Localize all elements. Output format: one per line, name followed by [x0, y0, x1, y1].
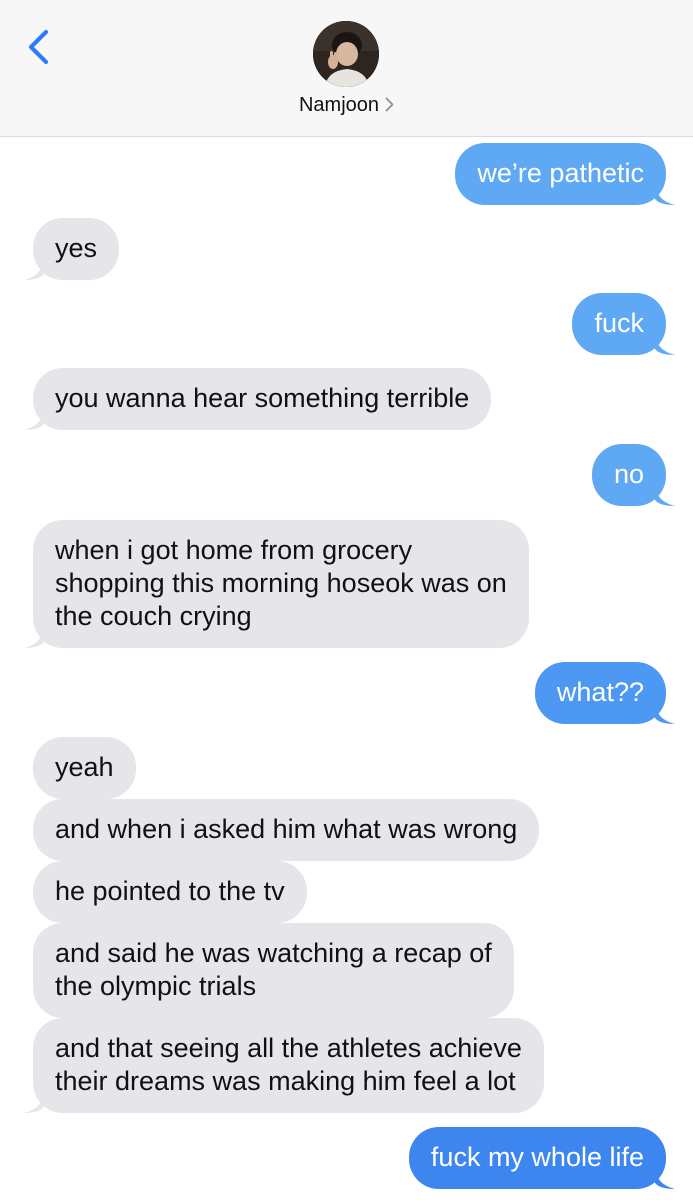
- message-text-line: the olympic trials: [55, 971, 257, 1001]
- received-message-bubble[interactable]: you wanna hear something terrible: [24, 368, 492, 430]
- received-message-bubble[interactable]: when i got home from grocery shopping th…: [24, 520, 529, 648]
- message-text-line: when i got home from grocery: [55, 535, 413, 565]
- message-text: what??: [556, 677, 644, 707]
- sent-message-bubble[interactable]: we’re pathetic: [455, 143, 675, 205]
- bubble-tail: [655, 185, 675, 205]
- sent-message-bubble[interactable]: fuck my whole life: [408, 1127, 675, 1189]
- message-text: we’re pathetic: [477, 158, 644, 188]
- message-text: fuck: [594, 308, 644, 338]
- message-text-line: and that seeing all the athletes achieve: [55, 1033, 522, 1063]
- received-message-bubble[interactable]: and said he was watching a recap of the …: [33, 923, 514, 1018]
- sent-message-bubble[interactable]: no: [591, 444, 675, 506]
- message-text: you wanna hear something terrible: [55, 383, 470, 413]
- avatar-photo: [313, 21, 379, 87]
- message-text: he pointed to the tv: [55, 876, 285, 906]
- message-text: fuck my whole life: [430, 1142, 644, 1172]
- bubble-tail: [655, 335, 675, 355]
- message-text-line: their dreams was making him feel a lot: [55, 1066, 516, 1096]
- contact-name: Namjoon: [298, 94, 380, 116]
- message-text: yes: [55, 233, 98, 263]
- bubble-tail: [655, 1169, 675, 1189]
- bubble-tail: [24, 1093, 44, 1113]
- chevron-left-icon: [28, 29, 49, 65]
- message-text: yeah: [55, 752, 114, 782]
- back-button[interactable]: [22, 26, 56, 70]
- received-message-bubble[interactable]: and that seeing all the athletes achieve…: [24, 1018, 544, 1113]
- message-thread[interactable]: we’re pathetic yes fuck you wanna hear s…: [0, 136, 693, 1200]
- bubble-tail: [655, 704, 675, 724]
- bubble-tail: [655, 486, 675, 506]
- sent-message-bubble[interactable]: what??: [534, 662, 675, 724]
- message-text: no: [613, 459, 644, 489]
- conversation-header: Namjoon: [0, 0, 693, 137]
- bubble-tail: [24, 260, 44, 280]
- received-message-bubble[interactable]: yes: [24, 218, 120, 280]
- received-message-bubble[interactable]: and when i asked him what was wrong: [33, 799, 540, 861]
- contact-avatar[interactable]: [313, 21, 379, 87]
- message-text: and when i asked him what was wrong: [55, 814, 518, 844]
- message-text-line: the couch crying: [55, 601, 252, 631]
- message-text-line: shopping this morning hoseok was on: [55, 568, 507, 598]
- chevron-right-icon: [385, 97, 394, 112]
- contact-name-button[interactable]: Namjoon: [0, 94, 693, 117]
- message-text-line: and said he was watching a recap of: [55, 938, 492, 968]
- sent-message-bubble[interactable]: fuck: [572, 293, 675, 355]
- received-message-bubble[interactable]: yeah: [33, 737, 136, 799]
- received-message-bubble[interactable]: he pointed to the tv: [33, 861, 307, 923]
- bubble-tail: [24, 628, 44, 648]
- bubble-tail: [24, 410, 44, 430]
